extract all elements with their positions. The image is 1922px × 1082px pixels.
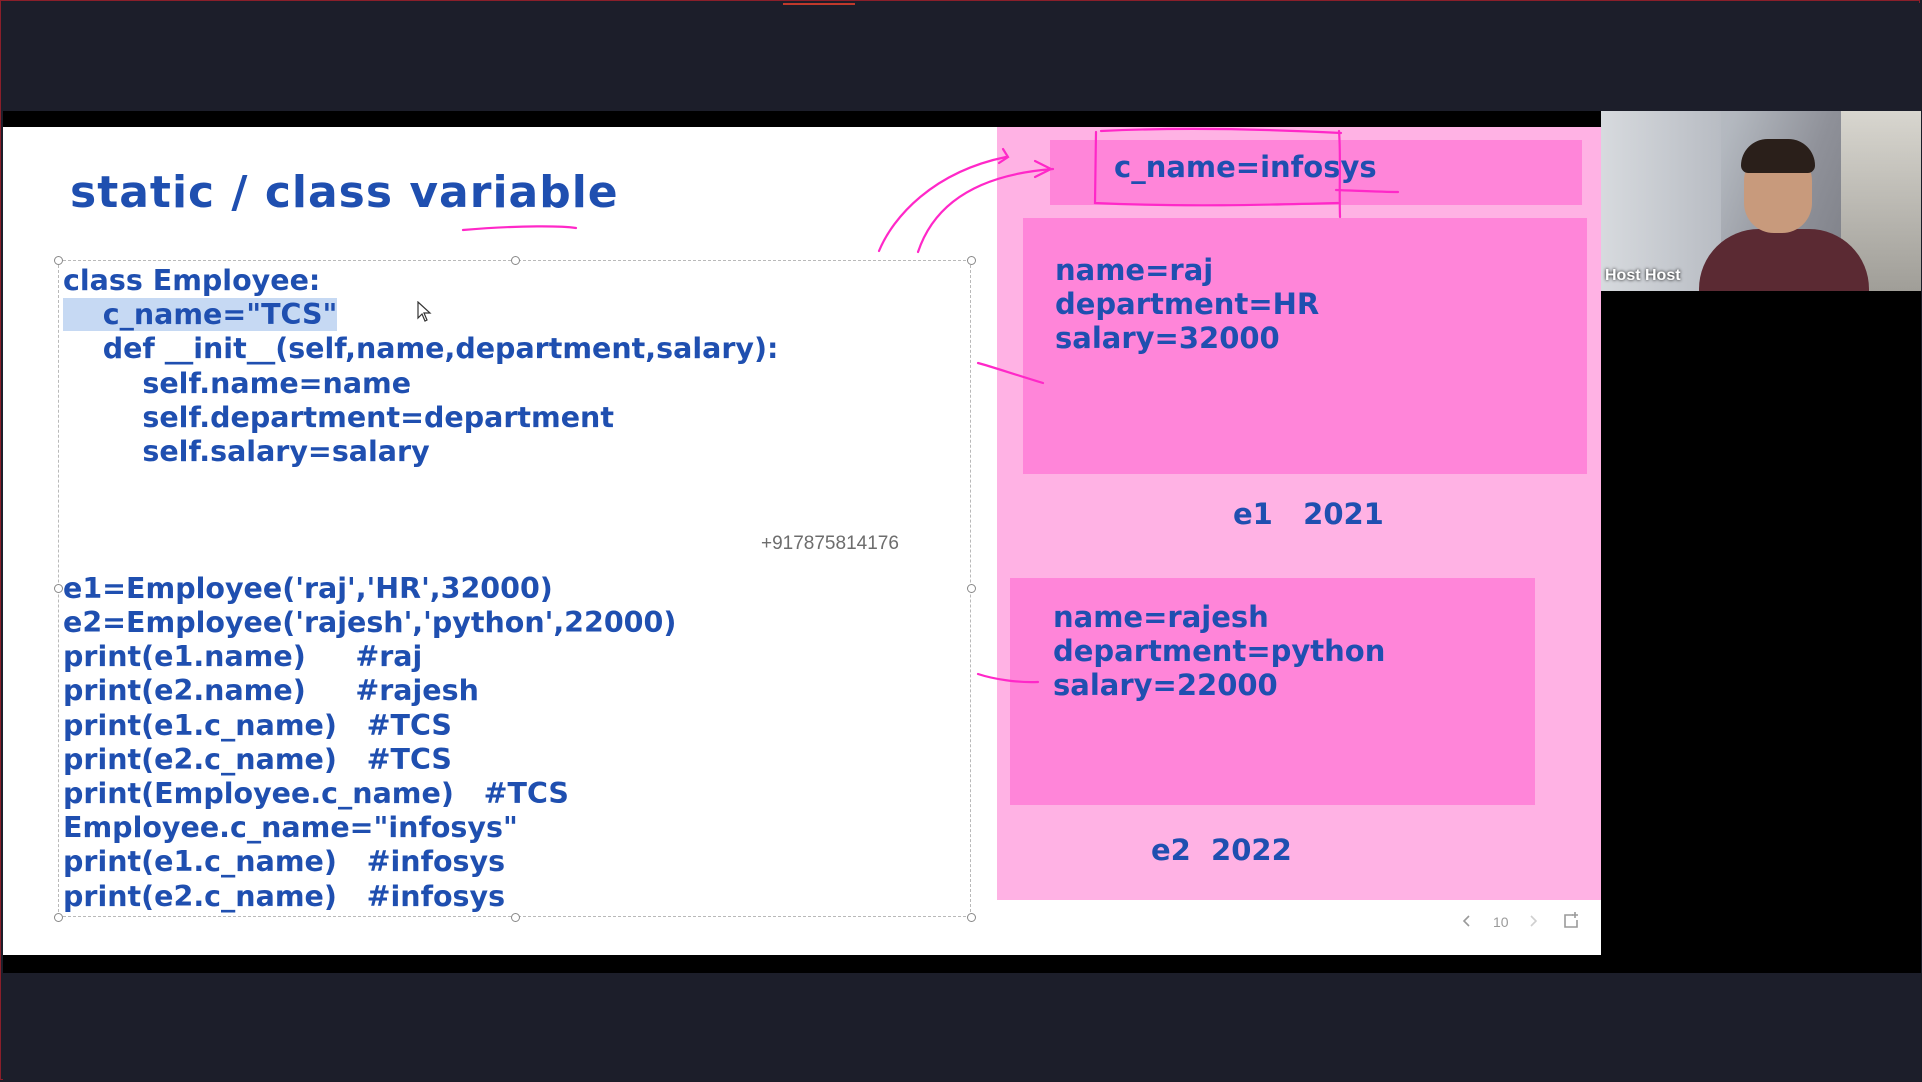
video-background — [1601, 111, 1721, 291]
code-line: self.name=name — [63, 366, 412, 400]
bottom-bar — [3, 973, 1921, 1081]
chevron-left-icon[interactable] — [1461, 913, 1473, 929]
arrow-stroke — [877, 155, 1008, 253]
code-block: class Employee: c_name="TCS" def __init_… — [63, 264, 778, 914]
code-line: print(Employee.c_name) #TCS — [63, 777, 569, 811]
chevron-right-icon[interactable] — [1527, 913, 1539, 929]
code-line-selected: c_name="TCS" — [63, 298, 338, 332]
code-line: print(e2.c_name) #infosys — [63, 879, 506, 913]
new-window-icon[interactable] — [1561, 911, 1581, 931]
resize-handle[interactable] — [967, 256, 976, 265]
code-line: self.salary=salary — [63, 435, 430, 469]
field-department: department=HR — [1055, 287, 1320, 321]
object-e1-fields: name=raj department=HR salary=32000 — [1055, 253, 1319, 355]
field-salary: salary=22000 — [1053, 668, 1278, 702]
shared-slide: static / class variable class Employee: … — [3, 127, 1601, 955]
code-line: print(e2.name) #rajesh — [63, 674, 479, 708]
code-line: print(e1.c_name) #infosys — [63, 845, 506, 879]
code-line: print(e1.name) #raj — [63, 640, 423, 674]
participant-name: Host Host — [1605, 267, 1681, 284]
meeting-window: static / class variable class Employee: … — [0, 0, 1921, 1081]
resize-handle[interactable] — [54, 256, 63, 265]
underline-stroke — [461, 225, 578, 232]
top-bar — [3, 3, 1921, 111]
participant-hair — [1741, 139, 1815, 173]
code-line: print(e2.c_name) #TCS — [63, 742, 452, 776]
resize-handle[interactable] — [967, 913, 976, 922]
code-line: def __init__(self,name,department,salary… — [63, 332, 779, 366]
field-salary: salary=32000 — [1055, 321, 1280, 355]
code-line: class Employee: — [63, 264, 321, 297]
top-notch — [783, 3, 855, 5]
object-e2-fields: name=rajesh department=python salary=220… — [1053, 600, 1385, 702]
resize-handle[interactable] — [967, 584, 976, 593]
code-line: e2=Employee('rajesh','python',22000) — [63, 606, 677, 640]
mouse-cursor-icon — [417, 301, 432, 322]
object-e2-label: e2 2022 — [1151, 833, 1292, 867]
phone-watermark: +917875814176 — [761, 533, 899, 554]
slide-title: static / class variable — [70, 167, 619, 218]
participant-video[interactable]: Host Host — [1601, 111, 1921, 291]
resize-handle[interactable] — [54, 913, 63, 922]
object-e1-label: e1 2021 — [1233, 497, 1384, 531]
code-line: self.department=department — [63, 400, 614, 434]
code-line: Employee.c_name="infosys" — [63, 811, 518, 845]
field-name: name=raj — [1055, 253, 1214, 287]
field-name: name=rajesh — [1053, 600, 1269, 634]
field-department: department=python — [1053, 634, 1386, 668]
resize-handle[interactable] — [511, 913, 520, 922]
code-line: print(e1.c_name) #TCS — [63, 708, 452, 742]
page-number: 10 — [1493, 914, 1509, 930]
code-line: e1=Employee('raj','HR',32000) — [63, 571, 553, 605]
resize-handle[interactable] — [54, 584, 63, 593]
class-variable-text: c_name=infosys — [1114, 150, 1377, 184]
